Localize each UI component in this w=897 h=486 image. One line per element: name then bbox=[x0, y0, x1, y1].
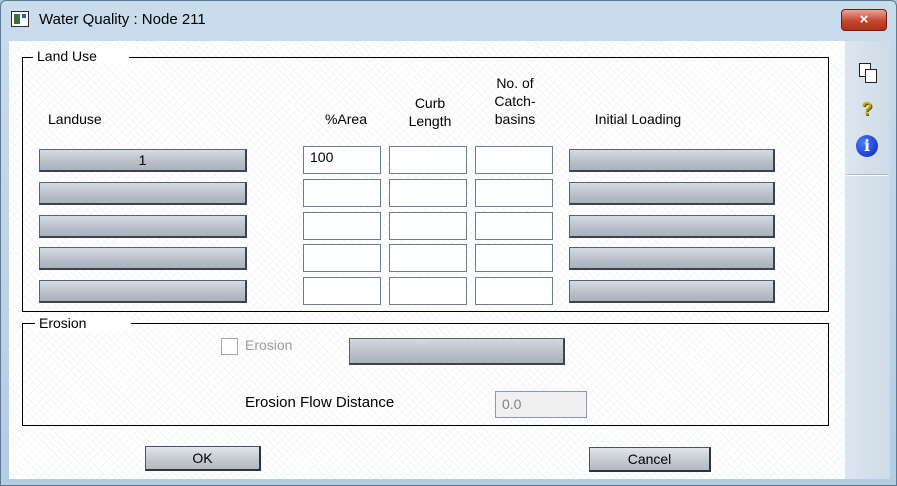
curb-length-field[interactable] bbox=[389, 277, 467, 305]
landuse-button[interactable]: 1 bbox=[39, 149, 247, 172]
cancel-button[interactable]: Cancel bbox=[589, 447, 711, 472]
area-field[interactable]: 100 bbox=[303, 146, 381, 174]
help-icon[interactable]: ? bbox=[853, 95, 881, 123]
curb-length-field[interactable] bbox=[389, 244, 467, 272]
curb-length-field[interactable] bbox=[389, 146, 467, 174]
initial-loading-button[interactable] bbox=[569, 247, 775, 270]
title-bar[interactable]: Water Quality : Node 211 × bbox=[1, 1, 896, 39]
landuse-button[interactable] bbox=[39, 280, 247, 303]
copy-icon[interactable] bbox=[853, 59, 881, 87]
area-field[interactable] bbox=[303, 277, 381, 305]
side-toolbar: ? i bbox=[845, 41, 890, 479]
landuse-button[interactable] bbox=[39, 182, 247, 205]
landuse-button[interactable] bbox=[39, 247, 247, 270]
initial-loading-header: Initial Loading bbox=[594, 111, 682, 127]
area-field[interactable] bbox=[303, 179, 381, 207]
erosion-checkbox-label: Erosion bbox=[245, 337, 293, 353]
initial-loading-button[interactable] bbox=[569, 182, 775, 205]
curb-length-header: Curb Length bbox=[408, 95, 452, 129]
erosion-flow-distance-field[interactable]: 0.0 bbox=[495, 391, 587, 418]
dialog-window: Water Quality : Node 211 × ? i Land Use … bbox=[0, 0, 897, 486]
toolbar-divider bbox=[847, 174, 888, 176]
info-icon[interactable]: i bbox=[853, 135, 881, 163]
window-title: Water Quality : Node 211 bbox=[39, 11, 206, 28]
area-field[interactable] bbox=[303, 244, 381, 272]
ok-button[interactable]: OK bbox=[145, 446, 261, 471]
landuse-header: Landuse bbox=[48, 111, 102, 127]
catch-basins-field[interactable] bbox=[475, 146, 553, 174]
catch-basins-field[interactable] bbox=[475, 277, 553, 305]
erosion-flow-distance-label: Erosion Flow Distance bbox=[245, 394, 395, 411]
catch-basins-field[interactable] bbox=[475, 212, 553, 240]
catch-basins-header: No. of Catch- basins bbox=[494, 75, 536, 127]
dialog-body: Land Use Landuse %Area Curb Length No. o… bbox=[9, 41, 845, 479]
erosion-settings-button[interactable] bbox=[349, 338, 565, 365]
landuse-button[interactable] bbox=[39, 215, 247, 238]
erosion-checkbox[interactable] bbox=[221, 338, 238, 355]
initial-loading-button[interactable] bbox=[569, 280, 775, 303]
initial-loading-button[interactable] bbox=[569, 149, 775, 172]
land-use-group: Land Use Landuse %Area Curb Length No. o… bbox=[22, 48, 829, 312]
close-button[interactable]: × bbox=[841, 9, 887, 31]
catch-basins-field[interactable] bbox=[475, 179, 553, 207]
erosion-group: Erosion Erosion Erosion Flow Distance 0.… bbox=[22, 315, 829, 426]
erosion-group-title: Erosion bbox=[35, 315, 131, 331]
catch-basins-field[interactable] bbox=[475, 244, 553, 272]
land-use-group-title: Land Use bbox=[33, 48, 129, 64]
curb-length-field[interactable] bbox=[389, 212, 467, 240]
initial-loading-button[interactable] bbox=[569, 215, 775, 238]
area-field[interactable] bbox=[303, 212, 381, 240]
curb-length-field[interactable] bbox=[389, 179, 467, 207]
app-icon bbox=[11, 11, 29, 27]
area-header: %Area bbox=[324, 111, 368, 127]
